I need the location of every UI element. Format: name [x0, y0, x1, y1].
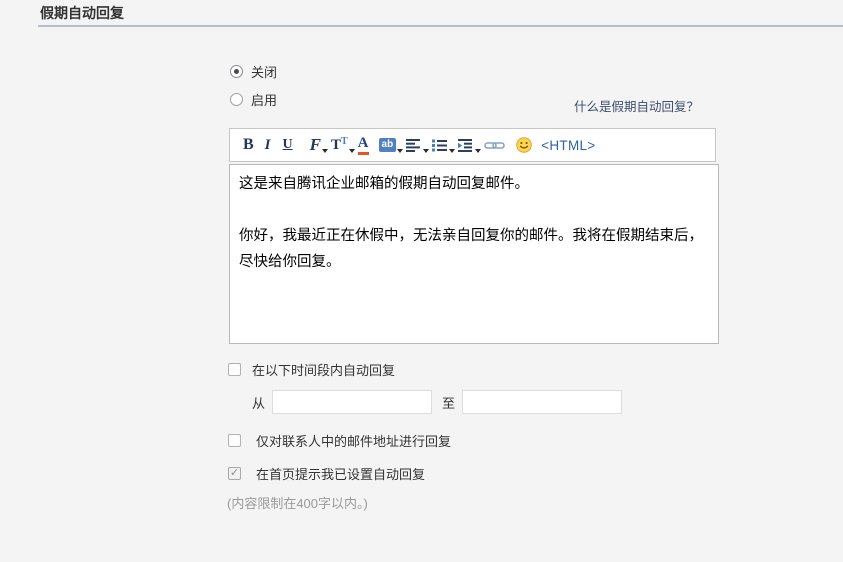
html-mode-button[interactable]: <HTML>: [541, 135, 595, 155]
list-button[interactable]: [432, 135, 448, 155]
align-button[interactable]: [406, 135, 422, 155]
insert-link-button[interactable]: [484, 135, 505, 155]
font-size-icon: T: [331, 137, 341, 154]
chevron-down-icon: [349, 149, 355, 153]
schedule-checkbox-label: 在以下时间段内自动回复: [252, 360, 395, 379]
font-size-button[interactable]: TT: [331, 135, 348, 155]
font-color-button[interactable]: A: [358, 135, 369, 155]
indent-button[interactable]: [458, 135, 474, 155]
content-limit-note: (内容限制在400字以内。): [227, 493, 368, 512]
radio-close-control[interactable]: [230, 65, 243, 78]
italic-button[interactable]: I: [265, 135, 271, 155]
schedule-date-range: 从 至: [252, 390, 622, 414]
radio-option-close[interactable]: 关闭: [230, 62, 277, 81]
insert-emoji-button[interactable]: [516, 135, 532, 155]
bold-button[interactable]: B: [243, 135, 254, 155]
schedule-checkbox-row[interactable]: ✓ 在以下时间段内自动回复: [228, 360, 395, 379]
highlight-color-button[interactable]: ab: [379, 135, 397, 155]
contacts-only-checkbox[interactable]: ✓: [228, 434, 241, 447]
chevron-down-icon: [449, 149, 455, 153]
contacts-only-checkbox-row[interactable]: ✓ 仅对联系人中的邮件地址进行回复: [228, 431, 451, 450]
chevron-down-icon: [397, 149, 403, 153]
message-paragraph: 你好，我最近正在休假中，无法亲自回复你的邮件。我将在假期结束后，尽快给你回复。: [239, 223, 709, 275]
radio-enable-label: 启用: [251, 90, 277, 109]
highlight-icon: ab: [379, 138, 397, 152]
indent-icon: [458, 139, 474, 152]
message-paragraph: 这是来自腾讯企业邮箱的假期自动回复邮件。: [239, 171, 709, 197]
link-icon: [484, 140, 505, 151]
radio-close-label: 关闭: [251, 62, 277, 81]
align-left-icon: [406, 139, 422, 152]
font-size-small-t: T: [341, 136, 348, 147]
homepage-tip-checkbox-row[interactable]: ✓ 在首页提示我已设置自动回复: [228, 464, 425, 483]
radio-enable-control[interactable]: [230, 93, 243, 106]
contacts-only-label: 仅对联系人中的邮件地址进行回复: [256, 431, 451, 450]
to-label: 至: [442, 393, 455, 412]
homepage-tip-label: 在首页提示我已设置自动回复: [256, 464, 425, 483]
chevron-down-icon: [322, 149, 328, 153]
underline-button[interactable]: U: [283, 135, 293, 155]
font-family-button[interactable]: F: [310, 135, 321, 155]
smiley-icon: [516, 137, 532, 153]
from-label: 从: [252, 393, 265, 412]
check-icon: ✓: [230, 468, 239, 479]
page-title: 假期自动回复: [40, 3, 124, 23]
vacation-autoreply-settings-page: 假期自动回复 关闭 启用 什么是假期自动回复？ B I U F TT A ab: [0, 0, 843, 562]
schedule-checkbox[interactable]: ✓: [228, 363, 241, 376]
font-family-icon: F: [310, 135, 321, 155]
from-date-input[interactable]: [272, 390, 432, 414]
chevron-down-icon: [475, 149, 481, 153]
to-date-input[interactable]: [462, 390, 622, 414]
radio-dot: [234, 69, 239, 74]
autoreply-message-editor[interactable]: 这是来自腾讯企业邮箱的假期自动回复邮件。 你好，我最近正在休假中，无法亲自回复你…: [229, 164, 719, 344]
homepage-tip-checkbox[interactable]: ✓: [228, 467, 241, 480]
help-link[interactable]: 什么是假期自动回复？: [574, 96, 699, 115]
title-divider: [38, 25, 843, 27]
chevron-down-icon: [423, 149, 429, 153]
radio-option-enable[interactable]: 启用: [230, 90, 277, 109]
bullet-list-icon: [432, 139, 448, 152]
editor-toolbar: B I U F TT A ab: [229, 128, 716, 162]
